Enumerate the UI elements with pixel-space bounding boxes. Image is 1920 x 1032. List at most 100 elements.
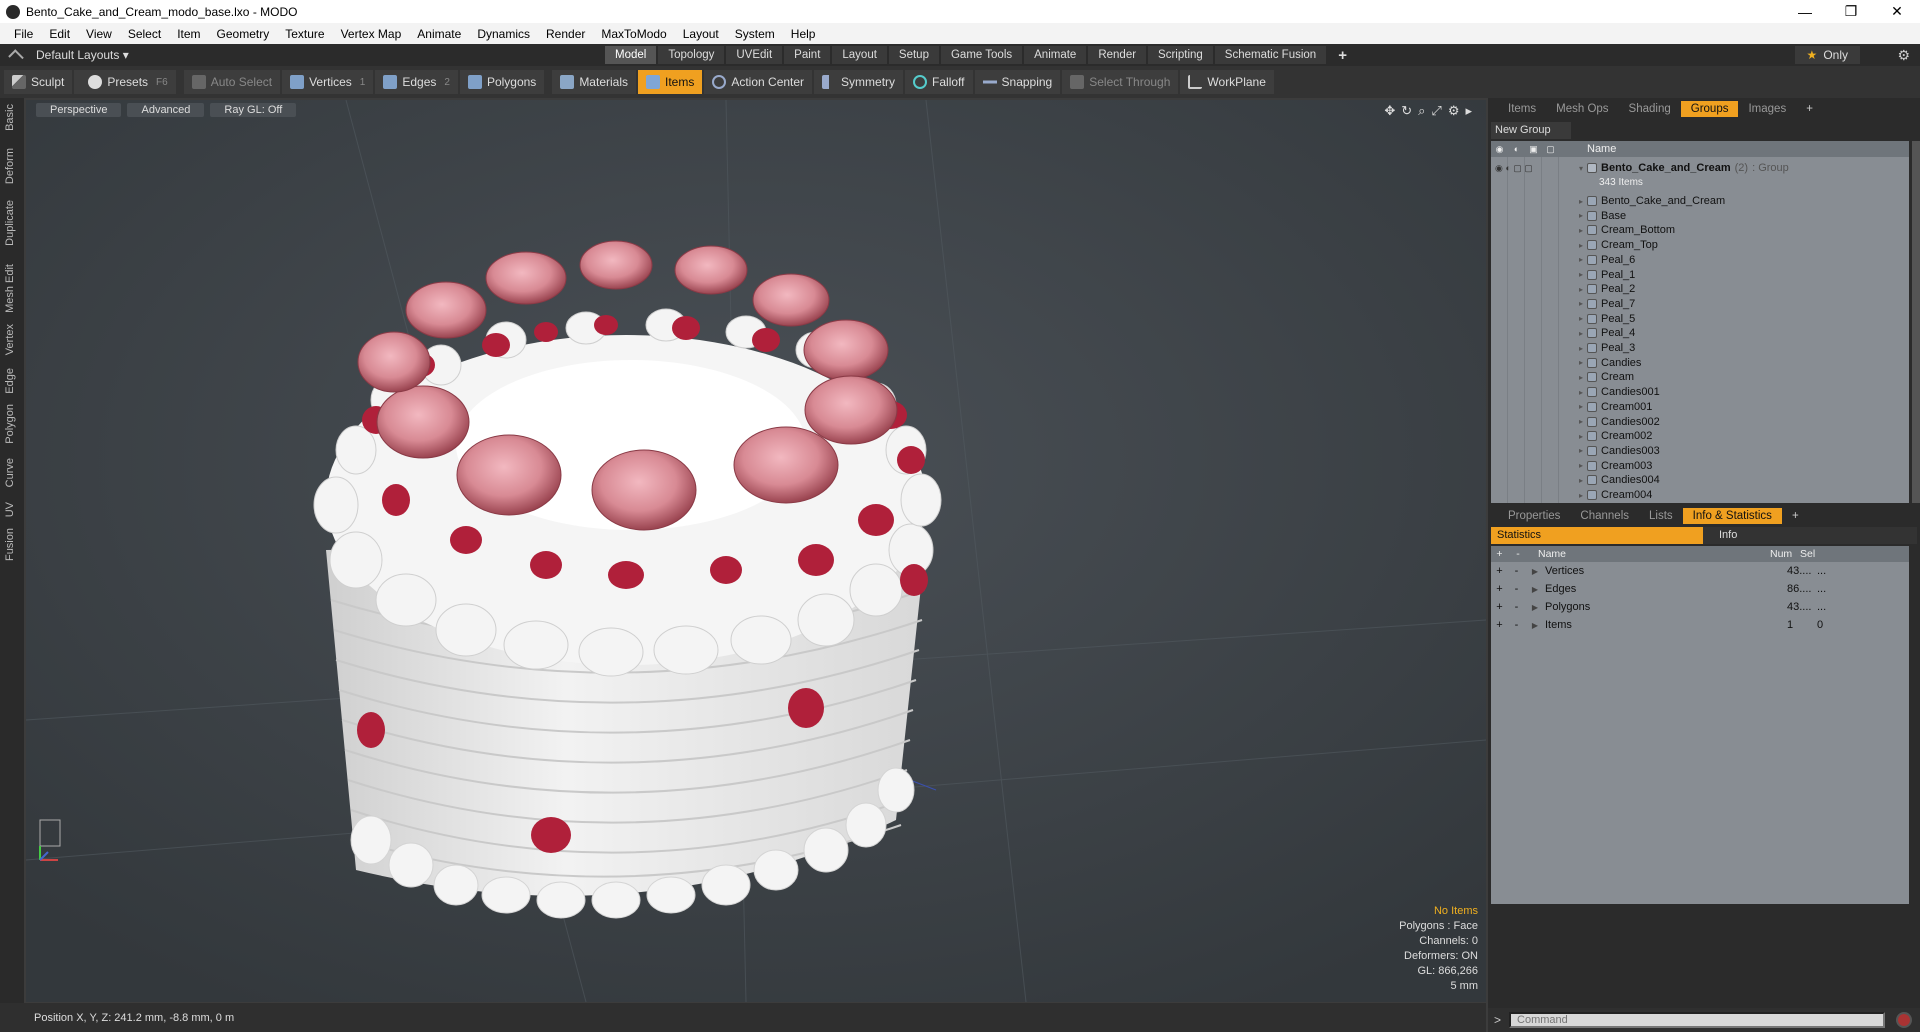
items-button[interactable]: Items — [638, 70, 703, 94]
action-center-button[interactable]: Action Center — [704, 70, 813, 94]
tab-curve[interactable]: Curve — [4, 458, 16, 487]
layout-dropdown[interactable]: Default Layouts ▾ — [8, 48, 129, 65]
pan-icon[interactable]: ✥ — [1384, 103, 1395, 119]
tab-polygon[interactable]: Polygon — [4, 404, 16, 444]
menu-texture[interactable]: Texture — [277, 27, 332, 41]
menu-item[interactable]: Item — [169, 27, 208, 41]
expand-arrow-icon[interactable]: ▸ — [1579, 285, 1583, 294]
tab-model[interactable]: Model — [605, 46, 657, 64]
expand-arrow-icon[interactable]: ▸ — [1579, 211, 1583, 220]
tab-shading[interactable]: Shading — [1619, 103, 1681, 115]
tab-items[interactable]: Items — [1498, 103, 1546, 115]
tab-setup[interactable]: Setup — [888, 46, 939, 64]
tab-uvedit[interactable]: UVEdit — [726, 46, 783, 64]
tab-layout[interactable]: Layout — [832, 46, 887, 64]
3d-viewport[interactable]: Perspective Advanced Ray GL: Off ✥ ↻ ⌕ ⤢… — [26, 100, 1486, 1002]
expand-arrow-icon[interactable]: ▸ — [1579, 388, 1583, 397]
falloff-button[interactable]: Falloff — [905, 70, 973, 94]
vertices-button[interactable]: Vertices 1 — [282, 70, 374, 94]
add-tab-button[interactable]: + — [1328, 46, 1357, 64]
menu-animate[interactable]: Animate — [409, 27, 469, 41]
table-row[interactable]: + - ▶ Vertices 43....... — [1491, 562, 1909, 580]
info-tab[interactable]: Info — [1703, 527, 1917, 544]
table-row[interactable]: + - ▶ Polygons 43....... — [1491, 598, 1909, 616]
menu-layout[interactable]: Layout — [675, 27, 727, 41]
auto-select-button[interactable]: Auto Select — [183, 70, 281, 94]
record-icon[interactable] — [1896, 1012, 1912, 1028]
expand-arrow-icon[interactable]: ▸ — [1579, 358, 1583, 367]
menu-vertex-map[interactable]: Vertex Map — [333, 27, 410, 41]
menu-dynamics[interactable]: Dynamics — [469, 27, 538, 41]
expand-arrow-icon[interactable]: ▸ — [1579, 417, 1583, 426]
menu-geometry[interactable]: Geometry — [209, 27, 278, 41]
table-row[interactable]: + - ▶ Edges 86....... — [1491, 580, 1909, 598]
tab-deform[interactable]: Deform — [4, 148, 16, 184]
tab-lists[interactable]: Lists — [1639, 510, 1683, 522]
rotate-icon[interactable]: ↻ — [1401, 103, 1412, 119]
tab-render[interactable]: Render — [1088, 46, 1147, 64]
menu-edit[interactable]: Edit — [41, 27, 78, 41]
tab-scripting[interactable]: Scripting — [1148, 46, 1213, 64]
close-button[interactable]: ✕ — [1874, 0, 1920, 23]
tab-topology[interactable]: Topology — [658, 46, 725, 64]
menu-system[interactable]: System — [727, 27, 783, 41]
expand-arrow-icon[interactable]: ▸ — [1579, 432, 1583, 441]
expand-arrow-icon[interactable]: ▸ — [1579, 402, 1583, 411]
new-group-button[interactable]: New Group — [1491, 122, 1571, 139]
expand-arrow-icon[interactable]: ▸ — [1579, 344, 1583, 353]
command-input[interactable] — [1509, 1012, 1886, 1028]
raygl-toggle[interactable]: Ray GL: Off — [210, 103, 297, 117]
tab-info-statistics[interactable]: Info & Statistics — [1682, 508, 1782, 524]
expand-arrow-icon[interactable]: ▸ — [1579, 461, 1583, 470]
add-tab-icon[interactable]: + — [1796, 103, 1823, 115]
tree-scrollbar[interactable] — [1912, 141, 1920, 503]
tab-images[interactable]: Images — [1738, 103, 1796, 115]
expand-icon[interactable]: ▸ — [1465, 103, 1472, 119]
maximize-button[interactable]: ❐ — [1828, 0, 1874, 23]
expand-arrow-icon[interactable]: ▸ — [1579, 373, 1583, 382]
collapse-arrow-icon[interactable]: ▾ — [1579, 164, 1583, 173]
collapse-icon[interactable] — [8, 49, 24, 65]
menu-view[interactable]: View — [78, 27, 120, 41]
view-mode-dropdown[interactable]: Perspective — [36, 103, 122, 117]
tab-animate[interactable]: Animate — [1024, 46, 1087, 64]
tab-uv[interactable]: UV — [4, 502, 16, 517]
shading-mode-dropdown[interactable]: Advanced — [127, 103, 205, 117]
tab-edge[interactable]: Edge — [4, 368, 16, 394]
statistics-tab[interactable]: Statistics — [1491, 527, 1703, 544]
expand-arrow-icon[interactable]: ▸ — [1579, 446, 1583, 455]
tab-duplicate[interactable]: Duplicate — [4, 200, 16, 246]
tab-mesh-edit[interactable]: Mesh Edit — [4, 264, 16, 313]
materials-button[interactable]: Materials — [552, 70, 636, 94]
minimize-button[interactable]: — — [1782, 0, 1828, 23]
expand-arrow-icon[interactable]: ▸ — [1579, 476, 1583, 485]
menu-help[interactable]: Help — [783, 27, 824, 41]
table-row[interactable]: + - ▶ Items 1 0 — [1491, 616, 1909, 634]
edges-button[interactable]: Edges 2 — [375, 70, 458, 94]
menu-maxtomodo[interactable]: MaxToModo — [593, 27, 674, 41]
polygons-button[interactable]: Polygons — [459, 70, 545, 94]
expand-arrow-icon[interactable]: ▸ — [1579, 255, 1583, 264]
tab-mesh-ops[interactable]: Mesh Ops — [1546, 103, 1618, 115]
menu-file[interactable]: File — [6, 27, 41, 41]
expand-arrow-icon[interactable]: ▸ — [1579, 197, 1583, 206]
menu-select[interactable]: Select — [120, 27, 169, 41]
tab-basic[interactable]: Basic — [4, 104, 16, 131]
expand-arrow-icon[interactable]: ▸ — [1579, 241, 1583, 250]
symmetry-button[interactable]: Symmetry — [814, 70, 904, 94]
menu-render[interactable]: Render — [538, 27, 593, 41]
group-row[interactable]: ◉ ◐ ▢ ▢ ▾ Bento_Cake_and_Cream (2) : Gro… — [1495, 159, 1789, 177]
expand-arrow-icon[interactable]: ▸ — [1579, 329, 1583, 338]
presets-button[interactable]: Presets F6 — [74, 70, 176, 94]
tab-game-tools[interactable]: Game Tools — [940, 46, 1023, 64]
only-toggle[interactable]: ★ Only — [1794, 46, 1860, 64]
tab-vertex[interactable]: Vertex — [4, 324, 16, 355]
tab-properties[interactable]: Properties — [1498, 510, 1570, 522]
tab-fusion[interactable]: Fusion — [4, 528, 16, 561]
select-through-button[interactable]: Select Through — [1062, 70, 1179, 94]
expand-arrow-icon[interactable]: ▸ — [1579, 299, 1583, 308]
zoom-icon[interactable]: ⌕ — [1418, 103, 1425, 119]
workplane-button[interactable]: WorkPlane — [1180, 70, 1274, 94]
add-tab-icon[interactable]: + — [1782, 510, 1809, 522]
tab-channels[interactable]: Channels — [1570, 510, 1639, 522]
